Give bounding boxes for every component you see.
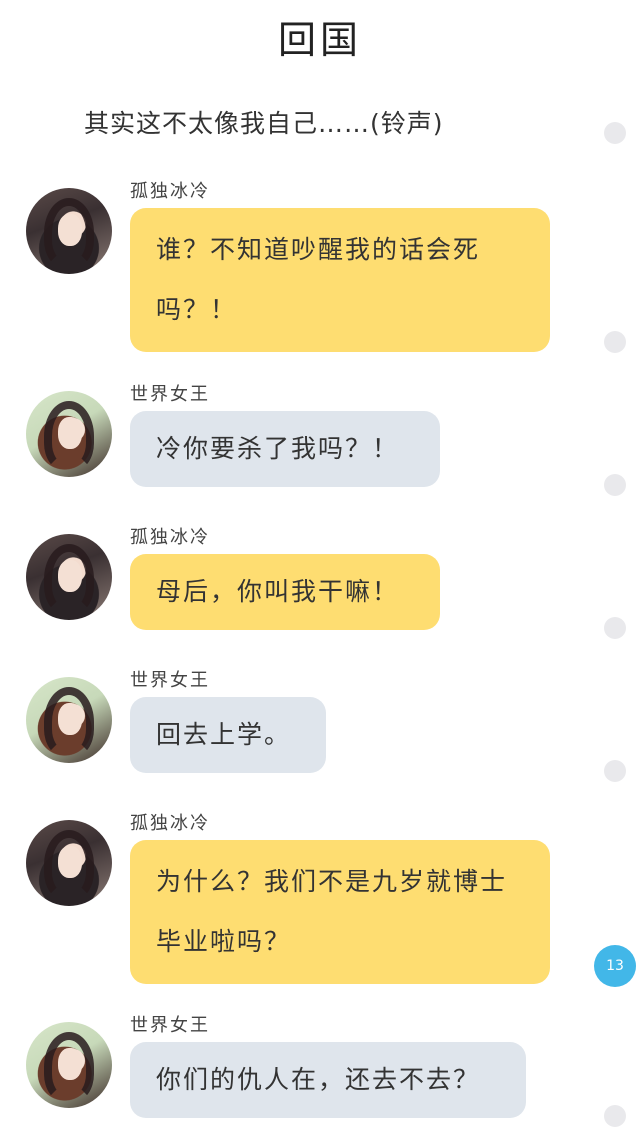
scroll-dot[interactable] — [604, 617, 626, 639]
progress-badge[interactable]: 13 — [594, 945, 636, 987]
avatar[interactable] — [26, 677, 112, 763]
sender-name: 孤独冰冷 — [130, 527, 210, 548]
avatar[interactable] — [26, 534, 112, 620]
avatar[interactable] — [26, 820, 112, 906]
scroll-dot[interactable] — [604, 474, 626, 496]
sender-name: 孤独冰冷 — [130, 813, 210, 834]
message-bubble[interactable]: 母后，你叫我干嘛！ — [130, 554, 440, 630]
scroll-dot[interactable] — [604, 122, 626, 144]
avatar[interactable] — [26, 1022, 112, 1108]
avatar[interactable] — [26, 391, 112, 477]
message-bubble[interactable]: 冷你要杀了我吗？！ — [130, 411, 440, 487]
page-title: 回国 — [277, 18, 362, 62]
message-bubble[interactable]: 你们的仇人在，还去不去？ — [130, 1042, 526, 1118]
message-bubble[interactable]: 谁？不知道吵醒我的话会死吗？！ — [130, 208, 550, 352]
avatar[interactable] — [26, 188, 112, 274]
narration-text: 其实这不太像我自己……(铃声) — [84, 109, 444, 138]
sender-name: 世界女王 — [130, 1015, 210, 1036]
message-bubble[interactable]: 回去上学。 — [130, 697, 326, 773]
scroll-dot[interactable] — [604, 760, 626, 782]
sender-name: 孤独冰冷 — [130, 181, 210, 202]
sender-name: 世界女王 — [130, 670, 210, 691]
scroll-dot[interactable] — [604, 1105, 626, 1127]
scroll-dot[interactable] — [604, 331, 626, 353]
sender-name: 世界女王 — [130, 384, 210, 405]
message-bubble[interactable]: 为什么？我们不是九岁就博士毕业啦吗？ — [130, 840, 550, 984]
